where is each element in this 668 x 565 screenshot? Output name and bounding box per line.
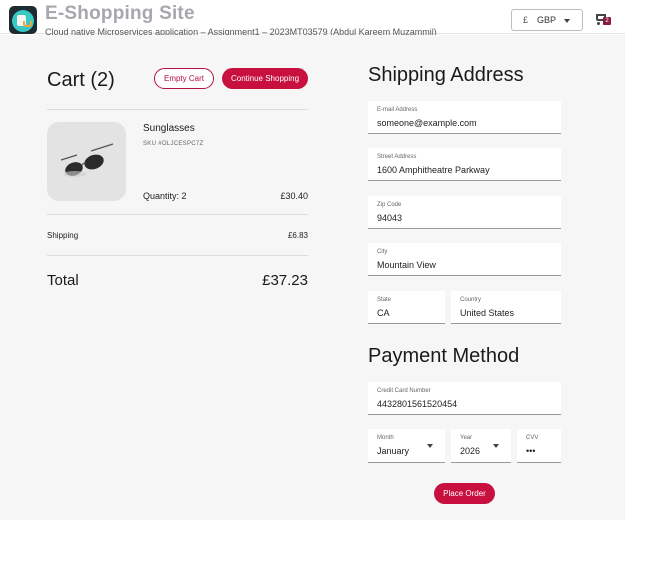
cvv-value: ••• — [526, 446, 536, 456]
currency-selector[interactable]: £ GBP — [511, 9, 583, 31]
year-value: 2026 — [460, 446, 481, 456]
credit-card-value: 4432801561520454 — [377, 399, 458, 409]
shipping-cost: £6.83 — [287, 231, 308, 240]
cart-wheel — [597, 22, 600, 25]
chevron-down-icon — [493, 444, 499, 448]
sunglasses-icon — [60, 143, 114, 177]
divider — [47, 109, 308, 110]
continue-shopping-button[interactable]: Continue Shopping — [222, 68, 308, 89]
year-select[interactable]: Year 2026 — [451, 429, 511, 463]
country-label: Country — [460, 297, 482, 303]
cvv-field[interactable]: CVV ••• — [517, 429, 561, 463]
cvv-label: CVV — [526, 435, 539, 441]
cart-icon[interactable]: 2 — [594, 11, 612, 27]
state-value: CA — [377, 308, 390, 318]
top-header: E-Shopping Site Cloud native Microservic… — [0, 0, 625, 37]
shipping-address-title: Shipping Address — [368, 64, 524, 86]
city-field[interactable]: City Mountain View — [368, 243, 561, 276]
street-address-value: 1600 Amphitheatre Parkway — [377, 165, 490, 175]
total-label: Total — [47, 272, 79, 289]
shipping-label: Shipping — [47, 231, 79, 240]
product-sku: SKU #OLJCESPC7Z — [143, 141, 204, 147]
place-order-button[interactable]: Place Order — [434, 483, 495, 504]
street-address-field[interactable]: Street Address 1600 Amphitheatre Parkway — [368, 148, 561, 181]
product-price: £30.40 — [280, 191, 308, 201]
month-select[interactable]: Month January — [368, 429, 445, 463]
street-address-label: Street Address — [377, 154, 417, 160]
zip-code-field[interactable]: Zip Code 94043 — [368, 196, 561, 229]
email-label: E-mail Address — [377, 107, 418, 113]
year-label: Year — [460, 435, 473, 441]
empty-cart-button[interactable]: Empty Cart — [154, 68, 214, 89]
payment-method-title: Payment Method — [368, 345, 520, 367]
cart-count-badge: 2 — [603, 17, 611, 25]
state-label: State — [377, 297, 392, 303]
country-field[interactable]: Country United States — [451, 291, 561, 324]
month-value: January — [377, 446, 410, 456]
currency-symbol: £ — [523, 15, 529, 25]
total-amount: £37.23 — [262, 272, 308, 289]
logo-cart-icon — [23, 21, 32, 27]
city-value: Mountain View — [377, 260, 436, 270]
credit-card-label: Credit Card Number — [377, 388, 431, 394]
chevron-down-icon — [564, 19, 570, 23]
credit-card-field[interactable]: Credit Card Number 4432801561520454 — [368, 382, 561, 415]
currency-code: GBP — [537, 15, 557, 25]
zip-code-label: Zip Code — [377, 202, 402, 208]
product-quantity: Quantity: 2 — [143, 191, 187, 201]
email-value: someone@example.com — [377, 118, 477, 128]
city-label: City — [377, 249, 388, 255]
divider — [47, 255, 308, 256]
cart-title: Cart (2) — [47, 69, 115, 91]
zip-code-value: 94043 — [377, 213, 403, 223]
site-title[interactable]: E-Shopping Site — [45, 3, 195, 25]
product-name[interactable]: Sunglasses — [143, 123, 195, 134]
site-logo[interactable] — [9, 6, 37, 34]
chevron-down-icon — [427, 444, 433, 448]
divider — [47, 214, 308, 215]
product-image[interactable] — [47, 122, 126, 201]
country-value: United States — [460, 308, 515, 318]
month-label: Month — [377, 435, 394, 441]
state-field[interactable]: State CA — [368, 291, 445, 324]
email-field[interactable]: E-mail Address someone@example.com — [368, 101, 561, 134]
